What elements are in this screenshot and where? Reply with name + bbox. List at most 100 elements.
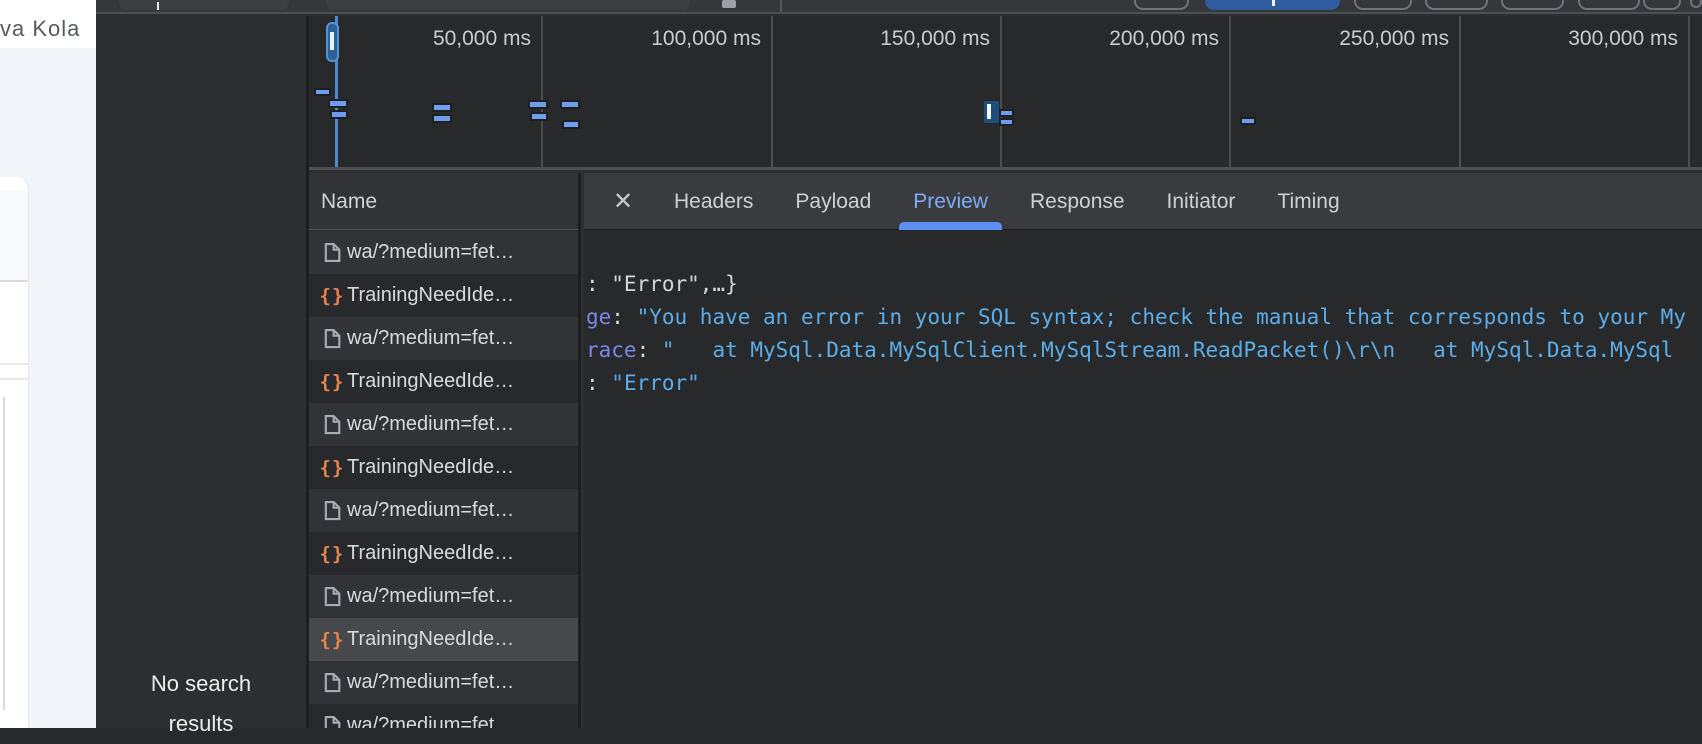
table-row[interactable]: wa/?medium=fet… bbox=[309, 575, 581, 618]
tab-payload[interactable]: Payload bbox=[775, 173, 891, 230]
divider bbox=[3, 397, 5, 710]
json-summary: : "Error",…} bbox=[586, 272, 738, 296]
background-card-section bbox=[0, 190, 28, 282]
timeline-gridline bbox=[1459, 16, 1461, 170]
filter-pill[interactable] bbox=[1354, 0, 1412, 10]
json-key: race bbox=[586, 338, 637, 362]
request-details-panel: ✕ Headers Payload Preview Response Initi… bbox=[584, 173, 1702, 728]
document-icon bbox=[317, 500, 347, 521]
request-name: TrainingNeedIde… bbox=[347, 456, 514, 479]
table-row[interactable]: wa/?medium=fet… bbox=[309, 403, 581, 446]
table-row[interactable]: wa/?medium=fet… bbox=[309, 704, 581, 728]
timeline-gridline bbox=[771, 16, 773, 170]
divider bbox=[0, 363, 28, 365]
timeline-tick-label: 200,000 ms bbox=[1019, 27, 1219, 53]
json-colon: : bbox=[637, 338, 662, 362]
overview-request-bar bbox=[560, 100, 580, 109]
request-name: wa/?medium=fet… bbox=[347, 714, 514, 728]
table-row[interactable]: {} TrainingNeedIde… bbox=[309, 446, 581, 489]
json-colon: : bbox=[611, 305, 636, 329]
filter-input[interactable] bbox=[326, 0, 690, 10]
document-icon bbox=[317, 242, 347, 263]
background-page-card bbox=[0, 177, 29, 728]
json-braces-icon: {} bbox=[317, 285, 347, 307]
more-filters-icon[interactable] bbox=[1690, 0, 1702, 8]
timeline-tick-label: 250,000 ms bbox=[1249, 27, 1449, 53]
search-input[interactable] bbox=[119, 0, 289, 10]
request-name: TrainingNeedIde… bbox=[347, 542, 514, 565]
json-braces-icon: {} bbox=[317, 371, 347, 393]
json-braces-icon: {} bbox=[317, 543, 347, 565]
background-page: va Kola bbox=[0, 0, 96, 728]
toolbar-divider bbox=[780, 0, 782, 12]
json-braces-icon: {} bbox=[317, 629, 347, 651]
overview-request-bar bbox=[999, 109, 1014, 117]
overview-request-bar bbox=[999, 118, 1014, 126]
preview-line: : "Error" bbox=[586, 367, 1702, 400]
filter-pill[interactable] bbox=[1425, 0, 1488, 10]
overview-drag-handle-grip bbox=[330, 32, 334, 50]
document-icon bbox=[317, 414, 347, 435]
preview-content[interactable]: : "Error",…} ge: "You have an error in y… bbox=[584, 230, 1702, 728]
filter-pill[interactable] bbox=[1643, 0, 1681, 10]
timeline-gridline bbox=[1229, 16, 1231, 170]
request-name: TrainingNeedIde… bbox=[347, 370, 514, 393]
details-tab-bar: ✕ Headers Payload Preview Response Initi… bbox=[584, 173, 1702, 230]
no-search-results-line1: No search bbox=[96, 664, 306, 704]
column-header-name[interactable]: Name bbox=[309, 173, 581, 230]
request-name: wa/?medium=fet… bbox=[347, 413, 514, 436]
request-list-panel: Name wa/?medium=fet… {} TrainingNeedIde…… bbox=[309, 173, 581, 728]
request-name: wa/?medium=fet… bbox=[347, 671, 514, 694]
filter-pill[interactable] bbox=[1578, 0, 1640, 10]
divider bbox=[0, 378, 28, 380]
document-icon bbox=[317, 715, 347, 728]
overview-request-bar bbox=[328, 99, 348, 108]
preview-line: race: " at MySql.Data.MySqlClient.MySqlS… bbox=[586, 334, 1702, 367]
table-row[interactable]: wa/?medium=fet… bbox=[309, 317, 581, 360]
overview-request-bar bbox=[432, 114, 452, 123]
table-row[interactable]: wa/?medium=fet… bbox=[309, 489, 581, 532]
table-row[interactable]: {} TrainingNeedIde… bbox=[309, 360, 581, 403]
overview-request-bar bbox=[432, 103, 452, 112]
overview-request-bar bbox=[1240, 117, 1256, 125]
text-cursor bbox=[157, 2, 159, 10]
timeline-tick-label: 300,000 ms bbox=[1478, 27, 1678, 53]
table-row[interactable]: wa/?medium=fet… bbox=[309, 661, 581, 704]
tab-preview[interactable]: Preview bbox=[893, 173, 1008, 230]
request-name: TrainingNeedIde… bbox=[347, 284, 514, 307]
invert-filter-checkbox[interactable] bbox=[722, 0, 736, 8]
timeline-tick-label: 100,000 ms bbox=[561, 27, 761, 53]
overview-selected-request-grip bbox=[987, 104, 991, 119]
overview-request-bar bbox=[330, 110, 348, 119]
page-brand-text: va Kola bbox=[0, 16, 92, 44]
tab-timing[interactable]: Timing bbox=[1257, 173, 1359, 230]
preview-line: : "Error",…} bbox=[586, 268, 1702, 301]
table-row[interactable]: {} TrainingNeedIde… bbox=[309, 532, 581, 575]
no-search-results-message: No search results bbox=[96, 664, 306, 744]
json-string-value: "You have an error in your SQL syntax; c… bbox=[637, 305, 1686, 329]
document-icon bbox=[317, 586, 347, 607]
filter-pill[interactable] bbox=[1501, 0, 1564, 10]
network-overview-timeline[interactable]: 50,000 ms 100,000 ms 150,000 ms 200,000 … bbox=[309, 16, 1702, 170]
filter-pill-glyph bbox=[1272, 0, 1275, 6]
overview-request-bar bbox=[562, 120, 580, 129]
table-row[interactable]: wa/?medium=fet… bbox=[309, 231, 581, 274]
table-row[interactable]: {} TrainingNeedIde… bbox=[309, 274, 581, 317]
timeline-gridline bbox=[1688, 16, 1690, 170]
json-string-value: "Error" bbox=[611, 371, 700, 395]
table-row-selected[interactable]: {} TrainingNeedIde… bbox=[309, 618, 581, 661]
tab-initiator[interactable]: Initiator bbox=[1147, 173, 1256, 230]
filter-pill[interactable] bbox=[1134, 0, 1189, 10]
request-name: wa/?medium=fet… bbox=[347, 585, 514, 608]
timeline-tick-label: 150,000 ms bbox=[790, 27, 990, 53]
tab-response[interactable]: Response bbox=[1010, 173, 1145, 230]
tab-headers[interactable]: Headers bbox=[654, 173, 773, 230]
request-name: wa/?medium=fet… bbox=[347, 499, 514, 522]
json-key: ge bbox=[586, 305, 611, 329]
timeline-gridline bbox=[541, 16, 543, 170]
timeline-gridline bbox=[1000, 16, 1002, 170]
json-colon: : bbox=[586, 371, 611, 395]
close-icon[interactable]: ✕ bbox=[610, 187, 636, 216]
search-results-pane: No search results bbox=[96, 16, 306, 728]
devtools-window: No search results 50,000 ms 100,000 ms 1… bbox=[96, 0, 1702, 728]
